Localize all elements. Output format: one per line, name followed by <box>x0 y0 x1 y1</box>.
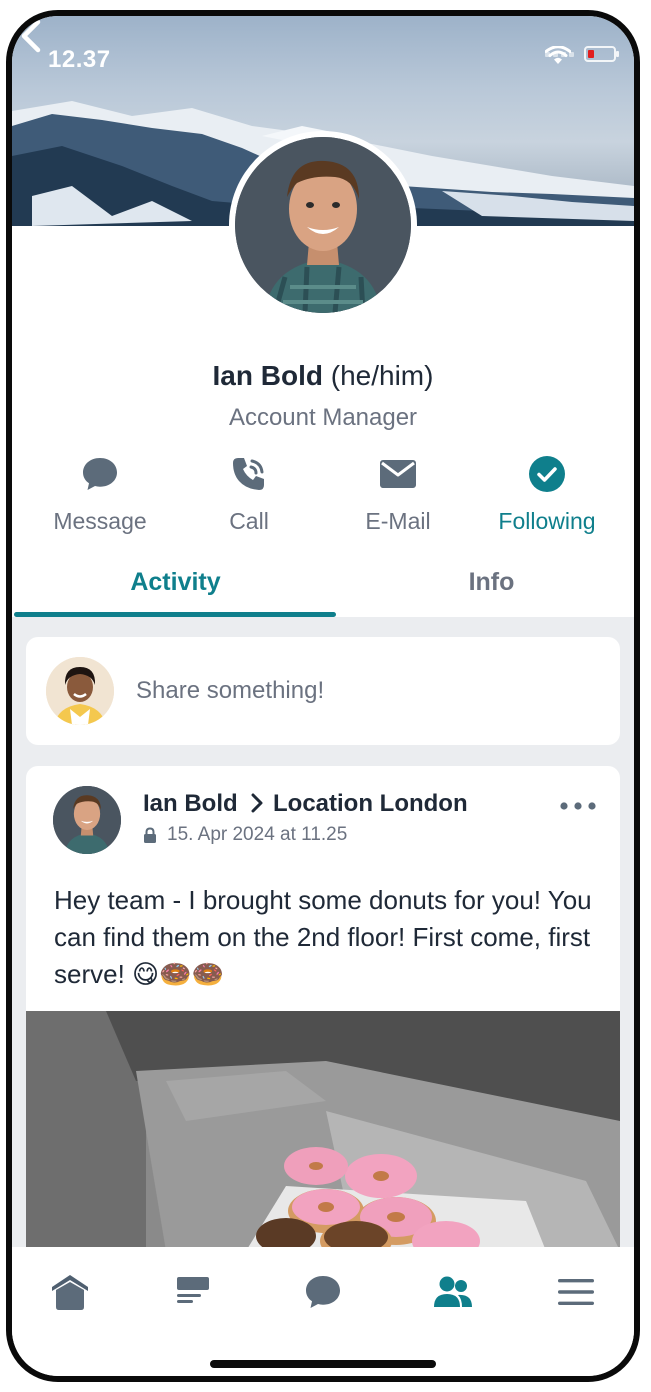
profile-role: Account Manager <box>228 404 418 431</box>
back-chevron-icon[interactable] <box>12 16 52 56</box>
email-button[interactable]: E-Mail <box>323 452 473 535</box>
nav-menu[interactable] <box>546 1267 606 1317</box>
status-time: 12.37 <box>48 46 111 73</box>
wifi-icon <box>545 46 571 64</box>
nav-home[interactable] <box>40 1267 100 1317</box>
more-options-icon[interactable] <box>558 796 598 816</box>
bottom-navigation <box>12 1247 634 1376</box>
share-input-placeholder[interactable]: Share something! <box>136 677 324 705</box>
call-button[interactable]: Call <box>174 452 324 535</box>
news-icon <box>177 1277 209 1303</box>
message-label: Message <box>53 508 147 534</box>
home-icon <box>52 1275 88 1310</box>
share-composer[interactable]: Share something! <box>26 637 620 745</box>
post-target-location[interactable]: Location London <box>273 790 468 818</box>
profile-avatar[interactable] <box>229 131 417 319</box>
post-image[interactable] <box>26 1011 620 1251</box>
menu-icon <box>558 1279 594 1305</box>
home-indicator <box>210 1360 436 1368</box>
profile-pronouns: (he/him) <box>330 360 434 391</box>
status-icons <box>545 46 619 64</box>
phone-icon <box>233 458 264 490</box>
email-label: E-Mail <box>365 508 431 534</box>
post-timestamp: 15. Apr 2024 at 11.25 <box>167 824 348 845</box>
chevron-right-icon <box>251 793 263 813</box>
tab-info[interactable]: Info <box>336 560 634 618</box>
avatar-photo <box>53 786 121 854</box>
nav-news[interactable] <box>163 1267 223 1317</box>
donuts-on-sofa-photo <box>26 1011 620 1251</box>
post-body-text: Hey team - I brought some donuts for you… <box>54 885 592 989</box>
phone-frame: 12.37 Ian Bold (he/him) Account Manager … <box>6 10 640 1382</box>
chat-bubble-icon <box>83 458 117 490</box>
post-meta: 15. Apr 2024 at 11.25 <box>143 824 347 846</box>
people-icon <box>434 1276 472 1307</box>
current-user-avatar <box>46 657 114 725</box>
post-author-avatar[interactable] <box>53 786 121 854</box>
check-circle-icon <box>529 456 565 492</box>
profile-name: Ian Bold <box>212 360 323 391</box>
tab-activity[interactable]: Activity <box>20 560 331 618</box>
profile-tabs: Activity Info <box>12 560 634 618</box>
avatar-photo <box>46 657 114 725</box>
message-button[interactable]: Message <box>25 452 175 535</box>
call-label: Call <box>229 508 269 534</box>
following-button[interactable]: Following <box>472 452 622 535</box>
battery-icon <box>584 46 619 62</box>
following-label: Following <box>498 508 596 534</box>
screen: 12.37 Ian Bold (he/him) Account Manager … <box>12 16 634 1376</box>
post-author-name[interactable]: Ian Bold <box>143 790 238 818</box>
chat-icon <box>306 1276 340 1308</box>
profile-actions: Message Call E-Mail Following <box>12 452 634 542</box>
nav-chat[interactable] <box>293 1267 353 1317</box>
envelope-icon <box>380 460 416 488</box>
profile-name-line: Ian Bold (he/him) <box>12 360 634 392</box>
avatar-photo <box>235 137 411 313</box>
nav-people[interactable] <box>423 1267 483 1317</box>
lock-icon <box>144 827 156 843</box>
